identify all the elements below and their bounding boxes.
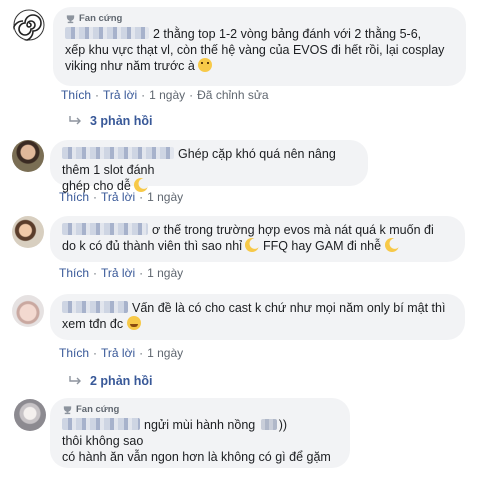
comment-text-line: xếp khu vực thạt vl, còn thế hệ vàng của…	[65, 43, 445, 57]
comment-bubble: Ghép cặp khó quá nên nâng thêm 1 slot đá…	[50, 140, 368, 193]
replies-count[interactable]: 2 phản hồi	[90, 374, 153, 388]
like-button[interactable]: Thích	[61, 88, 91, 102]
comment-text: Ghép cặp khó quá nên nâng thêm 1 slot đá…	[62, 146, 356, 178]
comment-text-line-b: xem tđn đc	[62, 317, 124, 331]
comment-text-line: ngửi mùi hành nồng	[144, 418, 256, 432]
comment-text: 2 thằng top 1-2 vòng bảng đánh với 2 thằ…	[65, 26, 454, 42]
like-button[interactable]: Thích	[59, 190, 89, 204]
comment-text-end: ))	[278, 418, 288, 432]
comment-bubble: Fan cứng 2 thằng top 1-2 vòng bảng đánh …	[53, 7, 466, 86]
emoji-blurred	[260, 419, 277, 430]
comment-actions: Thích · Trả lời · 1 ngày	[59, 346, 183, 360]
separator-dot: ·	[93, 190, 98, 204]
timestamp[interactable]: 1 ngày	[149, 88, 185, 102]
comment-actions: Thích · Trả lời · 1 ngày	[59, 190, 183, 204]
separator-dot: ·	[189, 88, 194, 102]
spiral-logo-icon	[13, 9, 45, 41]
separator-dot: ·	[95, 88, 100, 102]
crescent-moon-face-icon	[245, 238, 260, 252]
timestamp[interactable]: 1 ngày	[147, 346, 183, 360]
comment-text-line-c: FFQ hay GAM đi nhễ	[262, 239, 382, 253]
view-replies-link[interactable]: 3 phản hồi	[68, 114, 153, 128]
like-button[interactable]: Thích	[59, 346, 89, 360]
comment-bubble: Fan cứng ngửi mùi hành nồng )) thôi khôn…	[50, 398, 350, 468]
reply-button[interactable]: Trả lời	[103, 88, 137, 102]
comment-text-line: thôi không sao	[62, 434, 144, 448]
comment-text-line: viking như năm trước à	[65, 58, 454, 74]
separator-dot: ·	[93, 266, 98, 280]
reply-arrow-icon	[69, 116, 81, 125]
reply-arrow-icon	[69, 376, 81, 385]
comment-text-line-c: viking như năm trước à	[65, 59, 195, 73]
comment-text-line: có hành ăn vẫn ngon hơn là không có gì đ…	[62, 450, 331, 464]
comment-text: ngửi mùi hành nồng ))	[62, 417, 338, 433]
fan-badge-label: Fan cứng	[79, 13, 123, 24]
crescent-moon-face-icon	[384, 238, 399, 252]
comment-text: ơ thế trong trường hợp evos mà nát quá k…	[62, 222, 453, 238]
comment-text-line-b: do k có đủ thành viên thì sao nhỉ	[62, 239, 242, 253]
timestamp[interactable]: 1 ngày	[147, 266, 183, 280]
timestamp[interactable]: 1 ngày	[147, 190, 183, 204]
comment-actions: Thích · Trả lời · 1 ngày	[59, 266, 183, 280]
author-name-blurred[interactable]	[62, 223, 148, 235]
fan-badge-label: Fan cứng	[76, 404, 120, 415]
comment-text-line: do k có đủ thành viên thì sao nhỉ FFQ ha…	[62, 238, 453, 254]
view-replies-link[interactable]: 2 phản hồi	[68, 374, 153, 388]
trophy-icon	[66, 15, 75, 24]
separator-dot: ·	[139, 266, 144, 280]
avatar[interactable]	[12, 140, 44, 172]
fan-badge: Fan cứng	[62, 404, 338, 416]
reply-button[interactable]: Trả lời	[101, 266, 135, 280]
separator-dot: ·	[93, 346, 98, 360]
replies-count[interactable]: 3 phản hồi	[90, 114, 153, 128]
avatar[interactable]	[14, 399, 46, 431]
separator-dot: ·	[141, 88, 146, 102]
comment-text-line: ơ thế trong trường hợp evos mà nát quá k…	[152, 223, 434, 237]
comment-text: Vấn đề là có cho cast k chứ như mọi năm …	[62, 300, 453, 316]
edited-label[interactable]: Đã chỉnh sửa	[197, 88, 268, 102]
author-name-blurred[interactable]	[62, 147, 174, 159]
separator-dot: ·	[139, 346, 144, 360]
comment-actions: Thích · Trả lời · 1 ngày · Đã chỉnh sửa	[61, 88, 269, 102]
thinking-face-icon	[198, 58, 213, 72]
author-name-blurred[interactable]	[65, 27, 149, 39]
trophy-icon	[63, 406, 72, 415]
avatar[interactable]	[13, 9, 45, 41]
grinning-face-icon	[126, 316, 141, 330]
fan-badge: Fan cứng	[65, 13, 454, 25]
author-name-blurred[interactable]	[62, 301, 128, 313]
reply-button[interactable]: Trả lời	[101, 346, 135, 360]
author-name-blurred[interactable]	[62, 418, 140, 430]
comment-text-line: xem tđn đc	[62, 316, 453, 332]
separator-dot: ·	[139, 190, 144, 204]
comment-text-line: 2 thằng top 1-2 vòng bảng đánh với 2 thằ…	[153, 27, 422, 41]
avatar[interactable]	[12, 216, 44, 248]
comment-text-line: Vấn đề là có cho cast k chứ như mọi năm …	[132, 301, 446, 315]
reply-button[interactable]: Trả lời	[101, 190, 135, 204]
comment-bubble: ơ thế trong trường hợp evos mà nát quá k…	[50, 216, 465, 262]
like-button[interactable]: Thích	[59, 266, 89, 280]
avatar[interactable]	[12, 295, 44, 327]
comment-bubble: Vấn đề là có cho cast k chứ như mọi năm …	[50, 294, 465, 340]
